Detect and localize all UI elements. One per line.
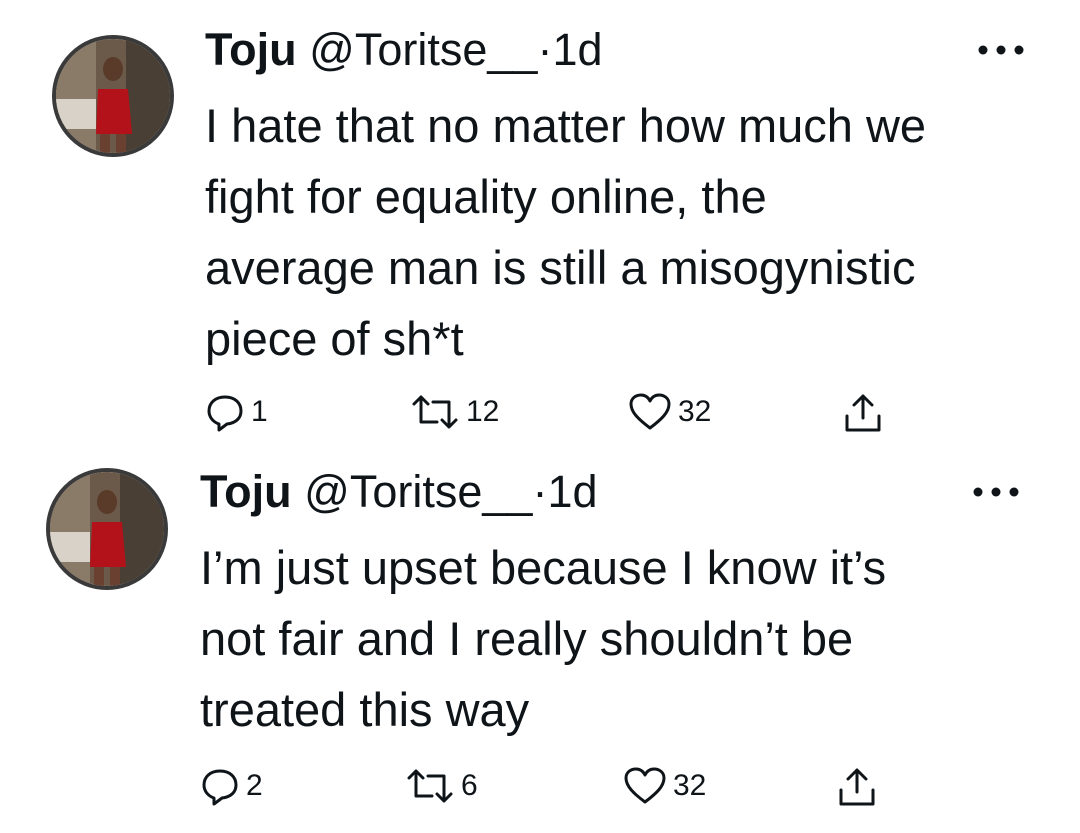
tweet-text: I’m just upset because I know it’s not f… [200,532,886,745]
retweet-icon [410,392,460,432]
avatar[interactable] [52,35,174,157]
share-icon [842,392,884,434]
tweet[interactable]: Toju @Toritse__·1d I hate that no matter… [0,0,1080,450]
tweet-text-line: fight for equality online, the [205,170,767,223]
timestamp[interactable]: 1d [552,24,602,75]
author-name[interactable]: Toju [205,24,297,75]
share-button[interactable] [842,392,884,434]
tweet-text-line: I’m just upset because I know it’s [200,541,887,594]
share-icon [836,766,878,808]
retweet-button[interactable]: 6 [405,766,478,806]
retweet-count: 12 [466,395,500,428]
author-handle[interactable]: @Toritse__ [309,24,537,75]
tweet-header: Toju @Toritse__·1d [205,24,603,76]
author-name[interactable]: Toju [200,466,292,517]
tweet-text-line: average man is still a misogynistic [205,241,916,294]
share-button[interactable] [836,766,878,808]
like-count: 32 [678,395,712,428]
retweet-count: 6 [461,769,478,802]
avatar[interactable] [46,468,168,590]
like-button[interactable]: 32 [628,392,711,432]
heart-icon [623,766,667,806]
reply-icon [205,392,245,432]
tweet[interactable]: Toju @Toritse__·1d I’m just upset becaus… [0,450,1080,833]
more-options-icon[interactable] [975,40,1027,60]
author-handle[interactable]: @Toritse__ [304,466,532,517]
action-bar: 1 12 32 [0,392,1080,436]
timestamp[interactable]: 1d [547,466,597,517]
tweet-text-line: treated this way [200,683,530,736]
tweet-header: Toju @Toritse__·1d [200,466,598,518]
tweet-text-line: piece of sh*t [205,312,464,365]
reply-count: 2 [246,769,263,802]
reply-button[interactable]: 1 [205,392,268,432]
reply-button[interactable]: 2 [200,766,263,806]
heart-icon [628,392,672,432]
tweet-text-line: I hate that no matter how much we [205,99,927,152]
retweet-icon [405,766,455,806]
action-bar: 2 6 32 [0,766,1080,810]
retweet-button[interactable]: 12 [410,392,499,432]
separator-dot: · [532,466,548,517]
more-options-icon[interactable] [970,482,1022,502]
like-count: 32 [673,769,707,802]
tweet-text: I hate that no matter how much we fight … [205,90,926,374]
reply-count: 1 [251,395,268,428]
like-button[interactable]: 32 [623,766,706,806]
tweet-text-line: not fair and I really shouldn’t be [200,612,854,665]
reply-icon [200,766,240,806]
separator-dot: · [537,24,553,75]
